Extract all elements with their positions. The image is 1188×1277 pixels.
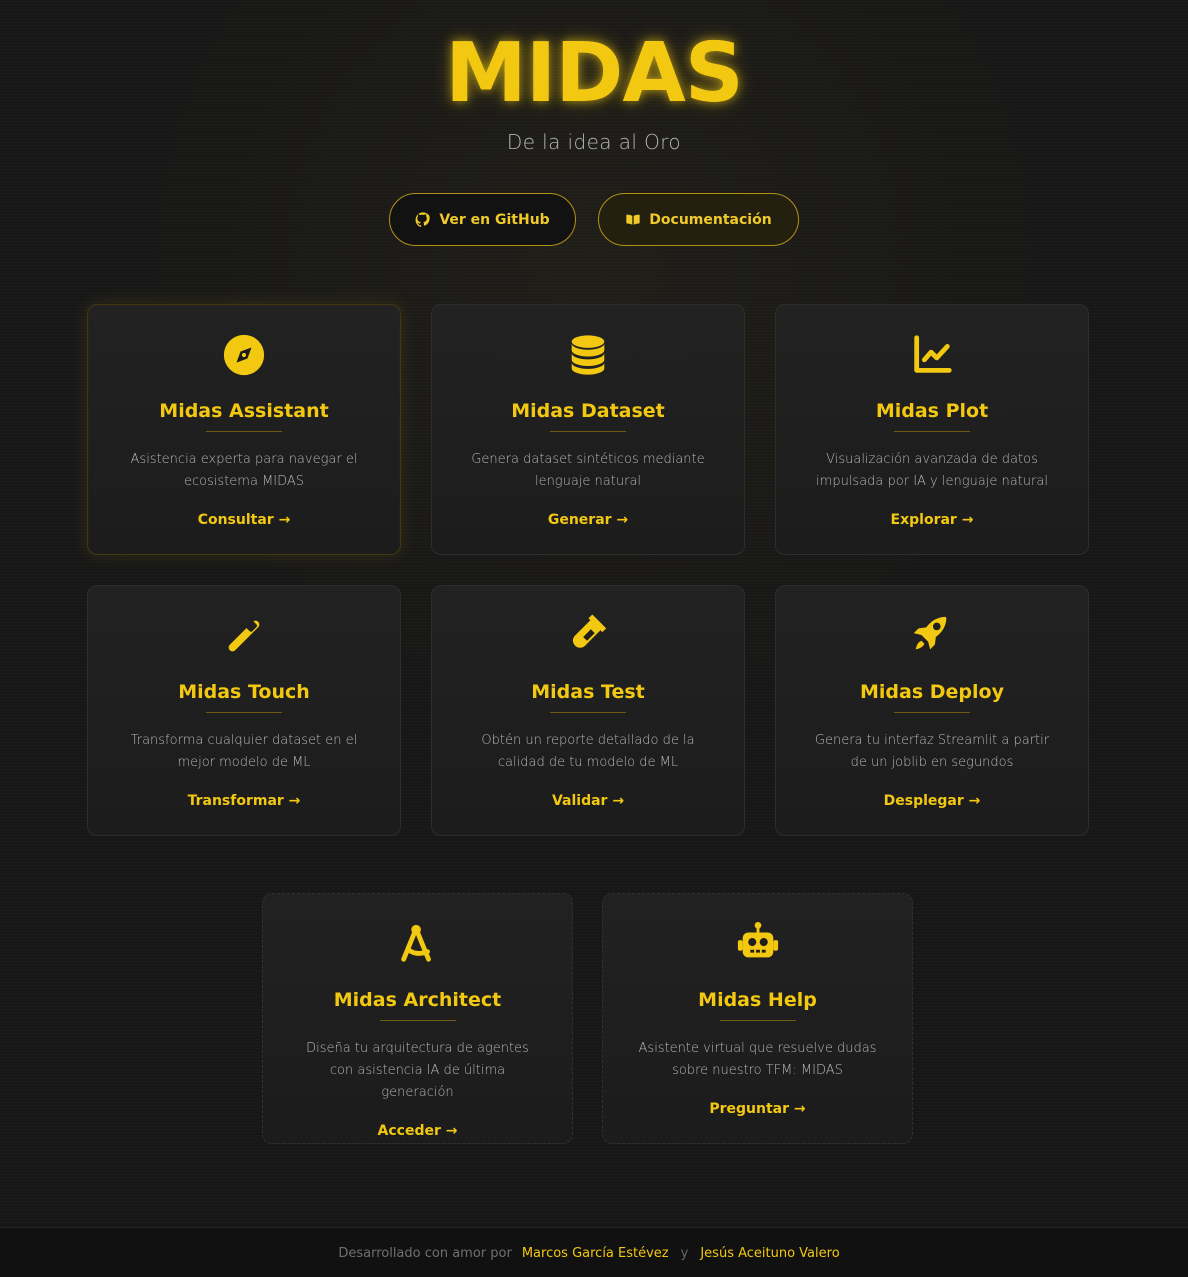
card-divider [206, 431, 282, 432]
card-title: Midas Touch [178, 681, 310, 703]
card-description: Asistencia experta para navegar el ecosi… [130, 452, 358, 489]
card-link-desplegar[interactable]: Desplegar → [884, 793, 981, 809]
compass-icon [221, 332, 267, 378]
robot-icon [735, 921, 781, 967]
documentation-button[interactable]: Documentación [598, 193, 799, 246]
card-link-acceder[interactable]: Acceder → [378, 1123, 458, 1139]
card-description: Genera tu interfaz Streamlit a partir de… [814, 733, 1050, 770]
card-link-transformar[interactable]: Transformar → [188, 793, 301, 809]
card-title: Midas Deploy [860, 681, 1004, 703]
card-divider [550, 431, 626, 432]
card-midas-architect[interactable]: Midas Architect Diseña tu arquitectura d… [262, 893, 573, 1144]
hero-actions: Ver en GitHub Documentación [0, 193, 1188, 246]
card-link-consultar[interactable]: Consultar → [198, 512, 291, 528]
book-open-icon [625, 212, 641, 228]
footer-prefix: Desarrollado con amor por [338, 1245, 512, 1261]
footer-author-marcos[interactable]: Marcos García Estévez [522, 1246, 669, 1261]
card-title: Midas Assistant [159, 400, 329, 422]
card-link-validar[interactable]: Validar → [552, 793, 624, 809]
card-link-preguntar[interactable]: Preguntar → [709, 1101, 805, 1117]
brand-tagline: De la idea al Oro [506, 130, 682, 154]
card-midas-touch[interactable]: Midas Touch Transforma cualquier dataset… [87, 585, 401, 836]
compass-drafting-icon [395, 921, 441, 967]
card-description: Visualización avanzada de datos impulsad… [816, 452, 1048, 489]
card-divider [379, 1020, 456, 1021]
database-icon [565, 332, 611, 378]
card-midas-dataset[interactable]: Midas Dataset Genera dataset sintéticos … [431, 304, 745, 555]
chart-line-icon [909, 332, 955, 378]
rocket-icon [909, 613, 955, 659]
card-title: Midas Plot [875, 400, 989, 422]
card-midas-plot[interactable]: Midas Plot Visualización avanzada de dat… [775, 304, 1089, 555]
footer: Desarrollado con amor por Marcos García … [0, 1227, 1188, 1277]
card-midas-test[interactable]: Midas Test Obtén un reporte detallado de… [431, 585, 745, 836]
card-midas-assistant[interactable]: Midas Assistant Asistencia experta para … [87, 304, 401, 555]
card-description: Transforma cualquier dataset en el mejor… [130, 733, 358, 770]
card-divider [719, 1020, 796, 1021]
github-button-label: Ver en GitHub [439, 211, 550, 228]
card-divider [206, 712, 282, 713]
documentation-button-label: Documentación [649, 211, 772, 228]
card-link-generar[interactable]: Generar → [548, 512, 628, 528]
card-title: Midas Test [531, 681, 645, 703]
card-midas-deploy[interactable]: Midas Deploy Genera tu interfaz Streamli… [775, 585, 1089, 836]
github-icon [415, 211, 431, 228]
card-midas-help[interactable]: Midas Help Asistente virtual que resuelv… [602, 893, 913, 1144]
test-tube-icon [565, 613, 611, 659]
card-description: Asistente virtual que resuelve dudas sob… [638, 1041, 877, 1078]
footer-author-jesus[interactable]: Jesús Aceituno Valero [700, 1246, 839, 1261]
card-description: Genera dataset sintéticos mediante lengu… [471, 452, 705, 489]
card-divider [894, 431, 970, 432]
wand-icon [221, 613, 267, 659]
card-title: Midas Architect [333, 989, 502, 1011]
card-divider [894, 712, 970, 713]
card-title: Midas Help [698, 989, 817, 1011]
github-button[interactable]: Ver en GitHub [389, 193, 576, 246]
card-divider [550, 712, 626, 713]
card-description: Obtén un reporte detallado de la calidad… [481, 733, 695, 770]
footer-separator: y [680, 1245, 689, 1261]
landing-page: MIDAS De la idea al Oro Ver en GitHub Do… [0, 0, 1188, 1277]
hero-header: MIDAS De la idea al Oro [0, 26, 1188, 155]
card-title: Midas Dataset [511, 400, 665, 422]
brand-title: MIDAS [445, 26, 744, 121]
card-link-explorar[interactable]: Explorar → [891, 512, 974, 528]
card-description: Diseña tu arquitectura de agentes con as… [306, 1041, 529, 1100]
